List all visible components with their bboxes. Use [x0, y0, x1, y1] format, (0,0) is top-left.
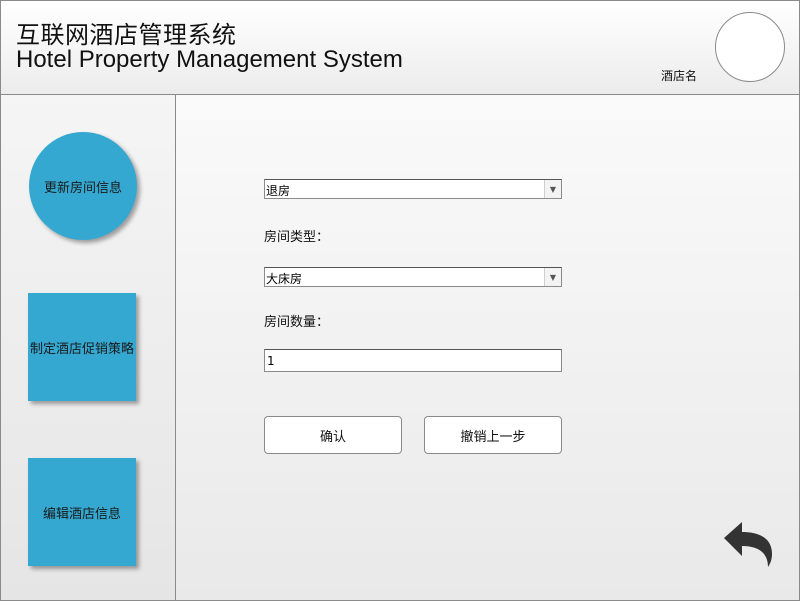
edit-hotel-info-button[interactable]: 编辑酒店信息 — [28, 458, 136, 566]
edit-hotel-info-label: 编辑酒店信息 — [42, 506, 121, 522]
room-count-input[interactable]: 1 — [264, 349, 562, 372]
avatar[interactable] — [715, 12, 785, 82]
action-select-value: 退房 — [266, 184, 291, 198]
room-type-label: 房间类型： — [264, 230, 330, 245]
room-count-value: 1 — [267, 354, 275, 368]
undo-button-label: 撤销上一步 — [460, 429, 526, 445]
app-title-en: Hotel Property Management System — [16, 46, 403, 73]
hotel-name-label: 酒店名 — [661, 69, 698, 83]
room-type-select-value: 大床房 — [266, 272, 303, 286]
undo-button[interactable]: 撤销上一步 — [424, 416, 562, 454]
header: 互联网酒店管理系统 Hotel Property Management Syst… — [1, 1, 799, 95]
main-panel — [176, 95, 799, 600]
action-select[interactable]: 退房 ▼ — [264, 179, 562, 199]
chevron-down-icon[interactable]: ▼ — [544, 180, 561, 198]
update-room-info-label: 更新房间信息 — [43, 180, 122, 196]
promotion-strategy-button[interactable]: 制定酒店促销策略 — [28, 293, 136, 401]
promotion-strategy-label: 制定酒店促销策略 — [29, 341, 134, 357]
update-room-info-button[interactable]: 更新房间信息 — [29, 132, 137, 240]
confirm-button[interactable]: 确认 — [264, 416, 402, 454]
app-title-cn: 互联网酒店管理系统 — [16, 21, 237, 49]
back-arrow-icon[interactable] — [722, 518, 776, 568]
confirm-button-label: 确认 — [319, 429, 346, 445]
chevron-down-icon[interactable]: ▼ — [544, 268, 561, 286]
room-type-select[interactable]: 大床房 ▼ — [264, 267, 562, 287]
room-count-label: 房间数量： — [264, 315, 330, 330]
